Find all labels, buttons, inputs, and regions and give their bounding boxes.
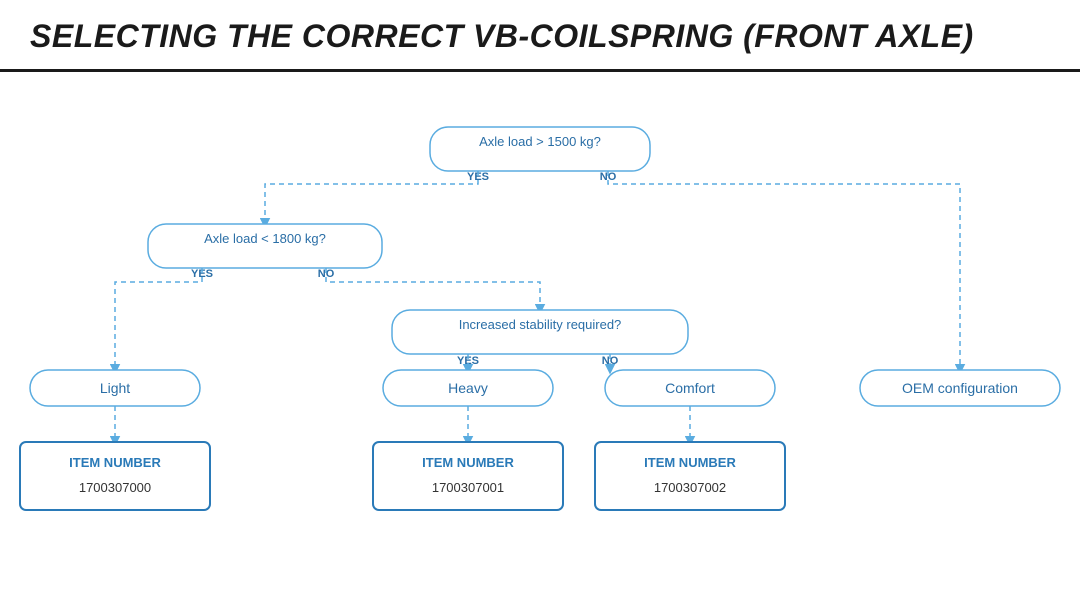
decision-3-text: Increased stability required? <box>459 317 622 332</box>
item-1-box <box>373 442 563 510</box>
page: SELECTING THE CORRECT VB-CoilSpring (FRO… <box>0 0 1080 608</box>
item-1-number: 1700307001 <box>432 480 504 495</box>
decision-1-text: Axle load > 1500 kg? <box>479 134 601 149</box>
decision-2-text: Axle load < 1800 kg? <box>204 231 326 246</box>
d2-no-line <box>326 268 540 310</box>
light-label: Light <box>100 380 130 396</box>
d1-yes-line <box>265 171 478 224</box>
heavy-label: Heavy <box>448 380 488 396</box>
d2-yes-line <box>115 268 202 370</box>
comfort-label: Comfort <box>665 380 715 396</box>
title-bar: SELECTING THE CORRECT VB-CoilSpring (FRO… <box>0 0 1080 72</box>
item-0-label: ITEM NUMBER <box>69 455 161 470</box>
page-title: SELECTING THE CORRECT VB-CoilSpring (FRO… <box>30 18 974 55</box>
flowchart-svg: Axle load > 1500 kg? YES NO Axle load < … <box>0 72 1080 580</box>
diagram-area: Axle load > 1500 kg? YES NO Axle load < … <box>0 72 1080 580</box>
item-2-label: ITEM NUMBER <box>644 455 736 470</box>
item-0-box <box>20 442 210 510</box>
item-1-label: ITEM NUMBER <box>422 455 514 470</box>
item-0-number: 1700307000 <box>79 480 151 495</box>
item-2-box <box>595 442 785 510</box>
oem-label: OEM configuration <box>902 380 1018 396</box>
item-2-number: 1700307002 <box>654 480 726 495</box>
